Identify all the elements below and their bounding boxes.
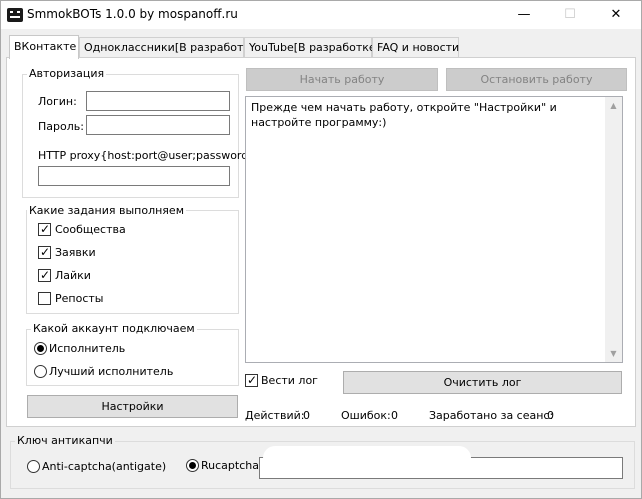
- maximize-button[interactable]: ☐: [547, 1, 593, 29]
- stop-button[interactable]: Остановить работу: [446, 68, 627, 91]
- errors-value: 0: [391, 409, 398, 422]
- captcha-rucaptcha-label: Rucaptcha: [201, 459, 259, 472]
- radio-selected-dot: [189, 462, 196, 469]
- captcha-anticaptcha-option[interactable]: Anti-captcha(antigate): [27, 460, 177, 476]
- earned-label: Заработано за сеанс:: [429, 409, 554, 422]
- settings-button[interactable]: Настройки: [27, 395, 238, 418]
- app-window: SmmokBOTs 1.0.0 by mospanoff.ru — ☐ ✕ ВК…: [0, 0, 642, 499]
- chevron-down-icon[interactable]: ▼: [605, 345, 622, 362]
- log-scrollbar[interactable]: ▲ ▼: [605, 97, 622, 362]
- start-button[interactable]: Начать работу: [246, 68, 438, 91]
- account-best-executor-radio[interactable]: [34, 365, 47, 378]
- task-reposts-checkbox[interactable]: [38, 292, 51, 305]
- task-likes-label: Лайки: [55, 269, 91, 282]
- task-reposts[interactable]: Репосты: [38, 292, 158, 308]
- account-executor-label: Исполнитель: [49, 342, 126, 355]
- password-label: Пароль:: [38, 120, 84, 133]
- tab-odnoklassniki[interactable]: Одноклассники[В разработке]: [79, 37, 261, 58]
- keep-log-label: Вести лог: [261, 374, 318, 387]
- title-bar[interactable]: SmmokBOTs 1.0.0 by mospanoff.ru — ☐ ✕: [1, 1, 641, 29]
- keep-log-checkbox[interactable]: ✓: [245, 373, 258, 387]
- errors-label: Ошибок:: [341, 409, 391, 422]
- captcha-anticaptcha-label: Anti-captcha(antigate): [42, 460, 167, 473]
- actions-value: 0: [303, 409, 310, 422]
- radio-selected-dot: [37, 345, 44, 352]
- app-icon: [7, 8, 23, 22]
- proxy-label: HTTP proxy{host:port@user;password}: [38, 149, 256, 162]
- checkmark-icon: ✓: [40, 268, 51, 282]
- login-input[interactable]: [86, 91, 230, 111]
- auth-group-title: Авторизация: [27, 67, 107, 80]
- log-text: Прежде чем начать работу, откройте "Наст…: [251, 101, 557, 129]
- redacted-key-overlay: [263, 446, 471, 473]
- checkmark-icon: ✓: [40, 222, 51, 236]
- captcha-group-title: Ключ антикапчи: [15, 434, 115, 447]
- task-likes[interactable]: ✓ Лайки: [38, 268, 158, 285]
- task-reposts-label: Репосты: [55, 292, 104, 305]
- captcha-anticaptcha-radio[interactable]: [27, 460, 40, 473]
- window-title: SmmokBOTs 1.0.0 by mospanoff.ru: [27, 7, 238, 21]
- proxy-input[interactable]: [38, 166, 230, 186]
- account-best-executor-option[interactable]: Лучший исполнитель: [34, 365, 184, 381]
- clear-log-button[interactable]: Очистить лог: [343, 371, 622, 394]
- chevron-up-icon[interactable]: ▲: [605, 97, 622, 114]
- checkmark-icon: ✓: [40, 245, 51, 259]
- tab-youtube[interactable]: YouTube[В разработке]: [244, 37, 380, 58]
- tab-vkontakte[interactable]: ВКонтакте: [9, 35, 79, 59]
- checkmark-icon: ✓: [247, 373, 258, 387]
- earned-value: 0: [547, 409, 554, 422]
- task-likes-checkbox[interactable]: ✓: [38, 268, 51, 282]
- close-button[interactable]: ✕: [593, 1, 639, 29]
- actions-label: Действий:: [245, 409, 305, 422]
- task-requests[interactable]: ✓ Заявки: [38, 245, 158, 262]
- login-label: Логин:: [38, 95, 77, 108]
- keep-log-option[interactable]: ✓ Вести лог: [245, 373, 335, 390]
- task-requests-label: Заявки: [55, 246, 96, 259]
- task-communities[interactable]: ✓ Сообщества: [38, 222, 158, 239]
- task-communities-checkbox[interactable]: ✓: [38, 222, 51, 236]
- tasks-group-title: Какие задания выполняем: [27, 204, 186, 217]
- log-textarea[interactable]: Прежде чем начать работу, откройте "Наст…: [245, 96, 623, 363]
- account-executor-option[interactable]: Исполнитель: [34, 342, 184, 358]
- password-input[interactable]: [86, 115, 230, 135]
- tab-faq[interactable]: FAQ и новости: [372, 37, 459, 58]
- captcha-rucaptcha-radio[interactable]: [186, 459, 199, 472]
- minimize-button[interactable]: —: [501, 1, 547, 29]
- task-requests-checkbox[interactable]: ✓: [38, 245, 51, 259]
- task-communities-label: Сообщества: [55, 223, 126, 236]
- account-group-title: Какой аккаунт подключаем: [31, 322, 197, 335]
- account-best-executor-label: Лучший исполнитель: [49, 365, 174, 378]
- account-executor-radio[interactable]: [34, 342, 47, 355]
